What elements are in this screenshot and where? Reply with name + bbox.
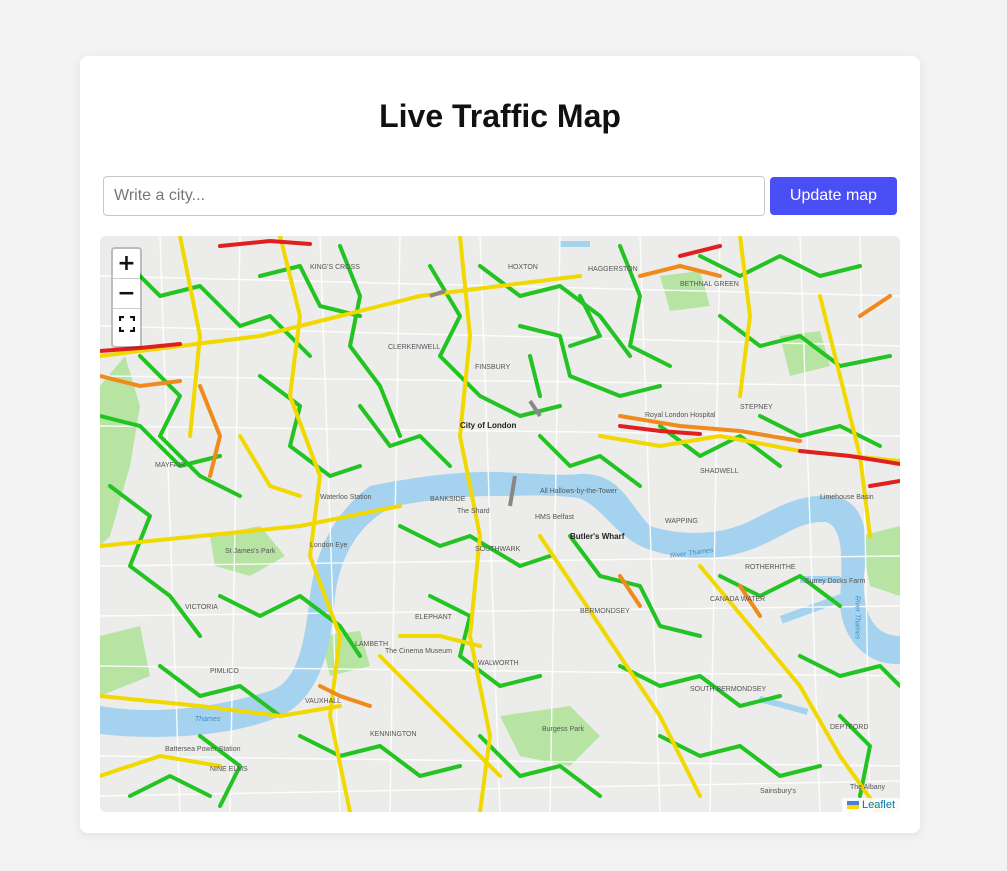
map-label-lambeth: LAMBETH — [355, 641, 389, 648]
map-label-bethnal-green: BETHNAL GREEN — [680, 281, 739, 288]
map-label-surrey-docks-farm: Surrey Docks Farm — [805, 578, 866, 585]
map-label-mayfair: MAYFAIR — [155, 462, 186, 469]
leaflet-link[interactable]: Leaflet — [862, 799, 895, 811]
update-map-button[interactable]: Update map — [770, 177, 897, 215]
map-label-burgess-park: Burgess Park — [542, 726, 585, 733]
map-label-kennington: KENNINGTON — [370, 731, 417, 738]
map-label-southwark: SOUTHWARK — [475, 546, 521, 553]
map-label-elephant: ELEPHANT — [415, 614, 452, 621]
map-label-limehouse-basin: Limehouse Basin — [820, 494, 874, 501]
map-label-south-bermondsey: SOUTH BERMONDSEY — [690, 686, 767, 693]
map-label-wapping: WAPPING — [665, 518, 698, 525]
zoom-control: + − — [111, 247, 142, 348]
map-label-sainsburys: Sainsbury's — [760, 788, 796, 795]
map-label-city-of-london: City of London — [460, 421, 517, 430]
map-label-cinema-museum: The Cinema Museum — [385, 648, 452, 655]
map-label-walworth: WALWORTH — [478, 660, 519, 667]
map-label-finsbury: FINSBURY — [475, 364, 511, 371]
map-label-royal-london-hospital: Royal London Hospital — [645, 412, 716, 419]
map-label-nine-elms: NINE ELMS — [210, 766, 248, 773]
fullscreen-button[interactable] — [113, 316, 140, 346]
map-label-st-james-park: St James's Park — [225, 548, 276, 555]
map-label-vauxhall: VAUXHALL — [305, 698, 342, 705]
fullscreen-icon — [118, 316, 135, 332]
map-label-deptford: DEPTFORD — [830, 724, 869, 731]
map-label-clerkenwell: CLERKENWELL — [388, 344, 441, 351]
map-label-battersea: Battersea Power Station — [165, 746, 241, 753]
zoom-in-button[interactable]: + — [113, 249, 140, 279]
ukraine-flag-icon — [846, 801, 859, 809]
map-label-bermondsey: BERMONDSEY — [580, 608, 630, 615]
map-label-stepney: STEPNEY — [740, 404, 773, 411]
map-label-rotherhithe: ROTHERHITHE — [745, 564, 796, 571]
map-label-kings-cross: KING'S CROSS — [310, 264, 360, 271]
map-label-river-thames-2: River Thames — [853, 595, 861, 640]
map-label-waterloo: Waterloo Station — [320, 494, 372, 501]
map-label-pimlico: PIMLICO — [210, 668, 239, 675]
map-label-butlers-wharf: Butler's Wharf — [570, 532, 625, 541]
app-card: Live Traffic Map Update map — [80, 56, 920, 833]
map-label-haggerston: HAGGERSTON — [588, 266, 638, 273]
map-label-hms-belfast: HMS Belfast — [535, 514, 574, 521]
map-label-shadwell: SHADWELL — [700, 468, 739, 475]
map-label-thames: Thames — [195, 716, 221, 723]
traffic-map[interactable]: City of London Butler's Wharf River Tham… — [100, 236, 900, 812]
page-title: Live Traffic Map — [379, 98, 621, 134]
city-search-input[interactable] — [103, 176, 765, 216]
map-label-victoria: VICTORIA — [185, 604, 218, 611]
map-label-hoxton: HOXTON — [508, 264, 538, 271]
map-attribution: Leaflet — [841, 798, 900, 812]
map-label-london-eye: London Eye — [310, 542, 348, 549]
map-label-the-shard: The Shard — [457, 508, 490, 515]
map-label-bankside: BANKSIDE — [430, 496, 466, 503]
map-label-canada-water: CANADA WATER — [710, 596, 766, 603]
zoom-out-button[interactable]: − — [113, 279, 140, 309]
map-label-the-albany: The Albany — [850, 784, 886, 791]
map-label-all-hallows: All Hallows-by-the-Tower — [540, 488, 618, 495]
map-tiles[interactable] — [100, 236, 900, 812]
